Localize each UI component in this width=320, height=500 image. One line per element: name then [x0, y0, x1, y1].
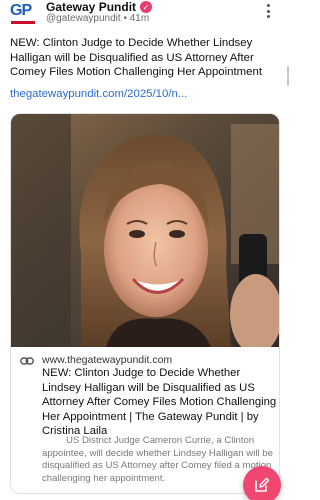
logo-letter-p: P — [21, 2, 32, 19]
more-vertical-icon[interactable] — [267, 4, 271, 18]
link-icon — [20, 357, 34, 365]
compose-button[interactable] — [243, 466, 281, 500]
person-photo — [11, 114, 279, 347]
check-badge-icon: ✓ — [140, 1, 153, 13]
author-name-text: Gateway Pundit — [46, 0, 137, 14]
card-title[interactable]: NEW: Clinton Judge to Decide Whether Lin… — [42, 366, 278, 439]
card-image[interactable] — [11, 114, 279, 347]
author-name[interactable]: Gateway Pundit ✓ — [46, 0, 153, 14]
post-text: NEW: Clinton Judge to Decide Whether Lin… — [10, 37, 262, 79]
compose-icon — [255, 477, 270, 492]
meta-separator: • — [123, 13, 127, 24]
post-time[interactable]: 41m — [130, 13, 149, 24]
link-preview-card[interactable]: www.thegatewaypundit.com NEW: Clinton Ju… — [10, 113, 280, 494]
gateway-pundit-logo[interactable]: GP — [10, 2, 38, 24]
card-domain: www.thegatewaypundit.com — [42, 354, 173, 366]
post-meta: @gatewaypundit • 41m — [46, 13, 149, 24]
card-description: US District Judge Cameron Currie, a Clin… — [42, 435, 273, 484]
author-handle[interactable]: @gatewaypundit — [46, 13, 121, 24]
post-link[interactable]: thegatewaypundit.com/2025/10/n... — [10, 88, 187, 100]
logo-bar — [11, 21, 35, 24]
logo-letter-g: G — [10, 2, 22, 19]
post-header: GP Gateway Pundit ✓ @gatewaypundit • 41m — [10, 0, 285, 28]
scrollbar[interactable] — [287, 66, 289, 86]
